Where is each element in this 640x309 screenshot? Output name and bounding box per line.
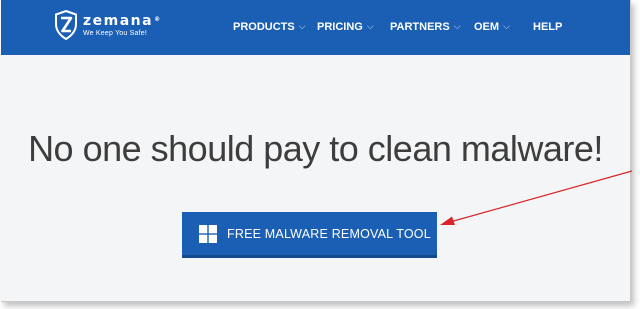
hero-headline: No one should pay to clean malware! <box>28 128 603 169</box>
nav-item-label: PRODUCTS <box>233 21 295 33</box>
brand-name-text: zemana <box>83 13 154 29</box>
nav-item-label: PARTNERS <box>390 21 450 33</box>
nav-item-oem[interactable]: OEM ⌵ <box>474 21 510 33</box>
top-navbar: zemana® We Keep You Safe! PRODUCTS ⌵ PRIC… <box>1 0 630 55</box>
nav-item-pricing[interactable]: PRICING ⌵ <box>317 21 374 33</box>
nav-item-label: OEM <box>474 21 500 33</box>
nav-item-partners[interactable]: PARTNERS ⌵ <box>390 21 461 33</box>
zemana-shield-icon <box>55 10 77 40</box>
nav-item-products[interactable]: PRODUCTS ⌵ <box>233 21 306 33</box>
nav-item-label: HELP <box>533 21 563 33</box>
nav-item-label: PRICING <box>317 21 363 33</box>
chevron-down-icon: ⌵ <box>453 21 461 31</box>
chevron-down-icon: ⌵ <box>366 21 374 31</box>
registered-mark: ® <box>154 16 161 23</box>
brand-tagline: We Keep You Safe! <box>83 30 147 37</box>
chevron-down-icon: ⌵ <box>503 21 510 31</box>
windows-icon <box>199 224 217 243</box>
brand-text: zemana® We Keep You Safe! <box>83 14 160 38</box>
screenshot-frame: zemana® We Keep You Safe! PRODUCTS ⌵ PRIC… <box>1 0 631 302</box>
nav-item-help[interactable]: HELP <box>533 21 562 33</box>
free-malware-removal-tool-button[interactable]: FREE MALWARE REMOVAL TOOL <box>182 212 437 258</box>
cta-label: FREE MALWARE REMOVAL TOOL <box>227 226 431 241</box>
brand-name: zemana® <box>83 14 160 28</box>
brand-logo[interactable]: zemana® We Keep You Safe! <box>54 10 160 40</box>
chevron-down-icon: ⌵ <box>298 21 306 31</box>
